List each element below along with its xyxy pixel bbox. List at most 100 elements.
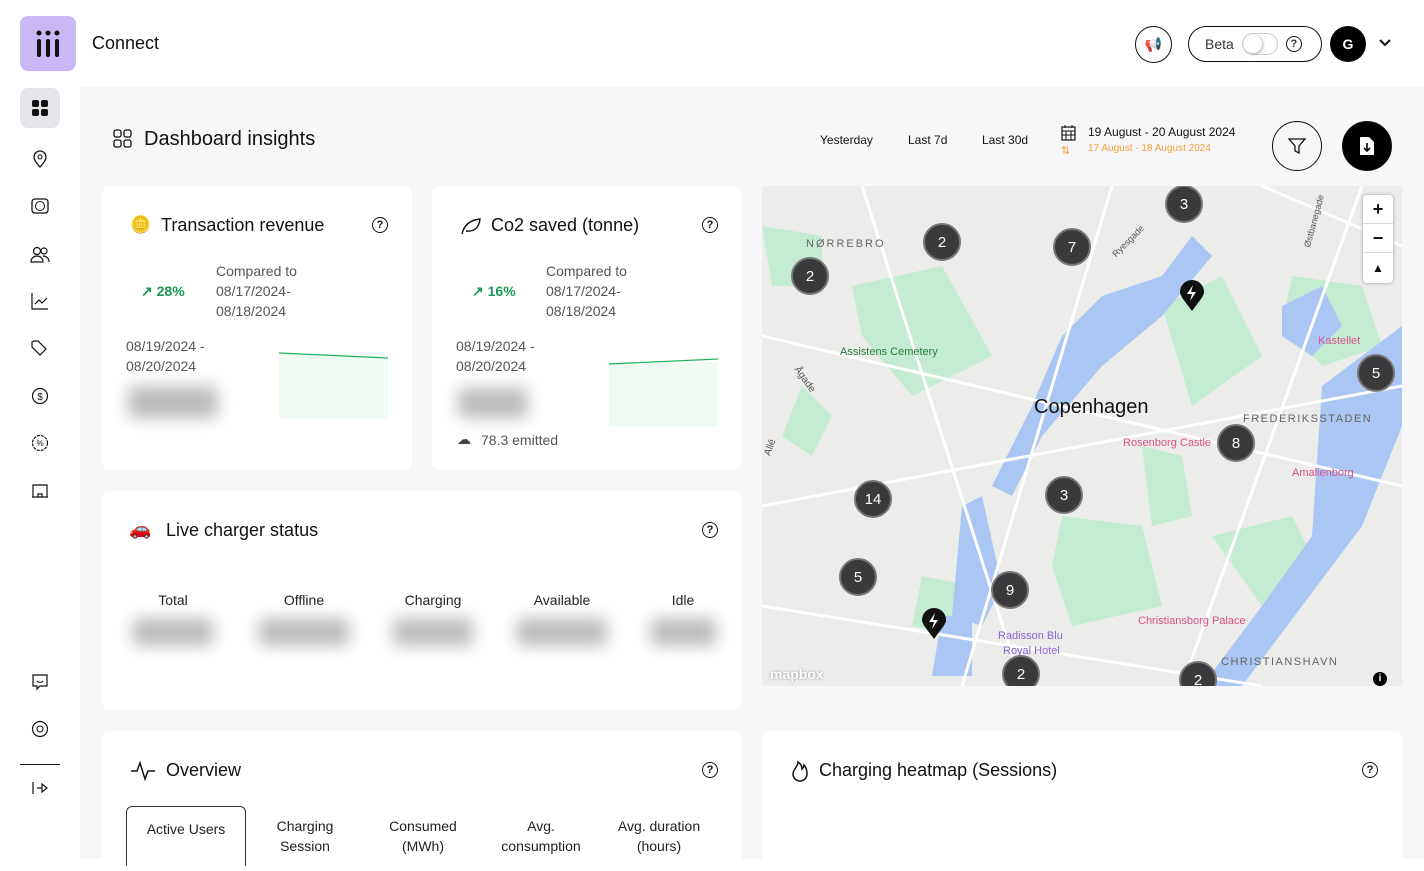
blurred-value: [517, 618, 607, 646]
sidebar-item-locations[interactable]: [20, 139, 60, 179]
tags-icon: [31, 340, 47, 356]
period-text: 08/19/2024 - 08/20/2024: [456, 336, 535, 376]
compared-from: 08/17/2024-: [546, 283, 621, 299]
blurred-value: [393, 618, 473, 646]
range-yesterday[interactable]: Yesterday: [820, 133, 873, 147]
map-label: Radisson Blu: [998, 630, 1063, 642]
pulse-icon: [131, 760, 155, 782]
status-label: Charging: [404, 592, 462, 608]
help-icon[interactable]: ?: [702, 522, 718, 538]
beta-toggle-group: Beta ?: [1188, 26, 1322, 62]
charger-pin-icon[interactable]: [921, 608, 947, 640]
lifebuoy-icon: [31, 720, 49, 738]
sidebar-item-analytics[interactable]: [20, 281, 60, 321]
tab-consumed[interactable]: Consumed (MWh): [363, 806, 483, 866]
compare-swap-icon: ⇅: [1061, 145, 1071, 157]
compared-label: Compared to: [216, 263, 297, 279]
tab-avg-consumption[interactable]: Avg. consumption: [481, 806, 601, 866]
sidebar-item-chargers[interactable]: [20, 186, 60, 226]
date-range-picker[interactable]: 19 August - 20 August 2024 17 August - 1…: [1088, 125, 1235, 154]
export-button[interactable]: [1342, 121, 1392, 171]
card-title: Live charger status: [166, 520, 319, 540]
status-label: Total: [158, 592, 188, 608]
beta-toggle[interactable]: [1241, 33, 1278, 55]
compare-date-range: 17 August - 18 August 2024: [1088, 143, 1211, 154]
map-zoom-controls: + − ▲: [1363, 195, 1393, 283]
map-cluster[interactable]: 2: [1002, 655, 1040, 686]
laptop-icon: [32, 484, 48, 498]
status-label: Offline: [283, 592, 325, 608]
users-icon: [30, 246, 50, 263]
sidebar-item-payments[interactable]: $: [20, 376, 60, 416]
tab-label: Avg.: [527, 818, 555, 834]
map-cluster[interactable]: 3: [1045, 476, 1083, 514]
map-cluster[interactable]: 7: [1053, 228, 1091, 266]
map-info-icon[interactable]: i: [1373, 672, 1387, 686]
app-logo[interactable]: [20, 16, 76, 71]
chevron-down-icon[interactable]: [1378, 38, 1392, 48]
range-last-7d[interactable]: Last 7d: [908, 133, 947, 147]
sidebar-item-support[interactable]: [20, 709, 60, 749]
flame-icon: [792, 760, 808, 782]
compass-button[interactable]: ▲: [1363, 253, 1393, 282]
map-label: CHRISTIANSHAVN: [1221, 656, 1339, 668]
percent-value: 16%: [487, 283, 516, 299]
map-cluster[interactable]: 2: [923, 223, 961, 261]
map-cluster[interactable]: 8: [1217, 424, 1255, 462]
sparkline-area: [609, 358, 718, 427]
blurred-value: [458, 388, 528, 418]
help-icon[interactable]: ?: [1362, 762, 1378, 778]
help-icon[interactable]: ?: [1285, 36, 1302, 52]
charger-map[interactable]: NØRREBRO Assistens Cemetery Copenhagen R…: [762, 186, 1402, 686]
avatar[interactable]: G: [1330, 26, 1366, 62]
help-icon[interactable]: ?: [702, 217, 718, 233]
tab-label: (MWh): [402, 838, 444, 854]
sidebar-item-devices[interactable]: [20, 471, 60, 511]
map-label: FREDERIKSSTADEN: [1243, 413, 1373, 425]
zoom-in-button[interactable]: +: [1363, 195, 1393, 224]
sidebar-item-dashboard[interactable]: [20, 88, 60, 128]
map-cluster[interactable]: 5: [839, 558, 877, 596]
map-cluster[interactable]: 3: [1165, 186, 1203, 223]
dollar-circle-icon: $: [31, 387, 49, 405]
map-cluster[interactable]: 14: [854, 480, 892, 518]
help-icon[interactable]: ?: [702, 762, 718, 778]
map-cluster[interactable]: 2: [791, 257, 829, 295]
sidebar-item-feedback[interactable]: [20, 662, 60, 702]
compared-label: Compared to: [546, 263, 627, 279]
chat-smile-icon: [32, 674, 48, 691]
card-title: Overview: [166, 760, 242, 780]
tab-active-users[interactable]: Active Users: [126, 806, 246, 866]
calendar-icon: [1061, 125, 1076, 141]
sidebar-item-discounts[interactable]: %: [20, 423, 60, 463]
tab-label: Session: [280, 838, 330, 854]
status-total: Total: [118, 592, 228, 646]
tab-charging-session[interactable]: Charging Session: [245, 806, 365, 866]
period-to: 08/20/2024: [126, 358, 197, 374]
tab-label: consumption: [501, 838, 581, 854]
sidebar-item-tariffs[interactable]: [20, 328, 60, 368]
sidebar-item-users[interactable]: [20, 234, 60, 274]
tab-label: (hours): [636, 838, 682, 854]
map-label: Kastellet: [1318, 335, 1361, 347]
svg-text:%: %: [36, 439, 43, 448]
range-last-30d[interactable]: Last 30d: [982, 133, 1028, 147]
tab-label: Avg. duration: [617, 818, 701, 834]
current-date-range: 19 August - 20 August 2024: [1088, 125, 1236, 139]
zoom-out-button[interactable]: −: [1363, 224, 1393, 253]
tab-avg-duration[interactable]: Avg. duration (hours): [599, 806, 719, 866]
app-title: Connect: [92, 33, 160, 53]
coins-icon: 🪙: [130, 215, 152, 234]
announcements-button[interactable]: 📢: [1135, 26, 1172, 63]
charger-pin-icon[interactable]: [1179, 280, 1205, 312]
status-charging: Charging: [378, 592, 488, 646]
trend-up-percent: ↗ 16%: [472, 283, 516, 299]
help-icon[interactable]: ?: [372, 217, 388, 233]
leaf-icon: [461, 218, 481, 235]
card-title: Charging heatmap (Sessions): [819, 760, 1058, 780]
map-cluster[interactable]: 5: [1357, 354, 1395, 392]
filter-button[interactable]: [1272, 121, 1322, 171]
sidebar-collapse-button[interactable]: [20, 768, 60, 808]
map-cluster[interactable]: 9: [991, 571, 1029, 609]
period-from: 08/19/2024 -: [126, 338, 205, 354]
